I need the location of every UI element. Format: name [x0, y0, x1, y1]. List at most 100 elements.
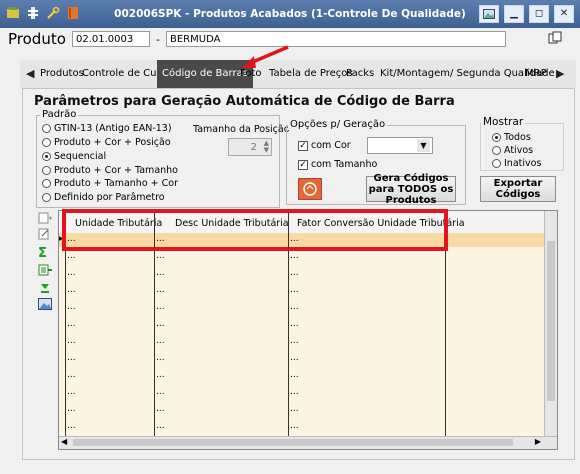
minimize-button[interactable]: ▁	[504, 5, 524, 23]
tab-packs[interactable]: Packs	[346, 68, 374, 79]
scroll-left-icon[interactable]: ◀	[61, 437, 67, 446]
radio-button[interactable]	[42, 124, 51, 133]
product-code-field[interactable]: 02.01.0003	[72, 31, 150, 47]
cell-desc[interactable]: ...	[156, 421, 165, 431]
cell-desc[interactable]: ...	[156, 370, 165, 380]
red-arrow-annotation	[242, 45, 289, 68]
cell-fator[interactable]: ...	[290, 421, 299, 431]
tab-mrp[interactable]: MRP	[525, 68, 547, 79]
radio-button[interactable]	[42, 138, 51, 147]
cell-desc[interactable]: ...	[156, 353, 165, 363]
cell-desc[interactable]: ...	[156, 404, 165, 414]
cell-unidade[interactable]: ...	[67, 302, 76, 312]
radio-inativos[interactable]: Inativos	[492, 158, 541, 169]
radio-sequencial[interactable]: Sequencial	[42, 151, 106, 162]
radio-button[interactable]	[42, 166, 51, 175]
radio-button[interactable]	[492, 159, 501, 168]
tab-bar: ◀ Produtos Controle de Custo Código de B…	[20, 60, 576, 88]
cell-desc[interactable]: ...	[156, 285, 165, 295]
window-controls: ▁ ◻ ✕	[479, 5, 574, 23]
cell-unidade[interactable]: ...	[67, 285, 76, 295]
edit-record-icon[interactable]	[38, 228, 52, 240]
cell-fator[interactable]: ...	[290, 302, 299, 312]
tab-scroll-right-icon[interactable]: ▶	[556, 67, 564, 80]
generate-icon-button[interactable]	[298, 178, 322, 200]
radio-gtin13[interactable]: GTIN-13 (Antigo EAN-13)	[42, 123, 172, 134]
checkbox-label: com Tamanho	[311, 159, 378, 170]
radio-produto-cor-tamanho[interactable]: Produto + Cor + Tamanho	[42, 165, 178, 176]
maximize-button[interactable]: ◻	[529, 5, 549, 23]
exportar-codigos-button[interactable]: Exportar Códigos	[480, 176, 556, 202]
radio-ativos[interactable]: Ativos	[492, 145, 533, 156]
close-button[interactable]: ✕	[554, 5, 574, 23]
cell-unidade[interactable]: ...	[67, 251, 76, 261]
radio-button[interactable]	[42, 193, 51, 202]
cell-desc[interactable]: ...	[156, 336, 165, 346]
picture-icon[interactable]	[38, 298, 52, 310]
cell-fator[interactable]: ...	[290, 285, 299, 295]
scroll-right-icon[interactable]: ▶	[535, 437, 541, 446]
cell-desc[interactable]: ...	[156, 251, 165, 261]
cell-unidade[interactable]: ...	[67, 404, 76, 414]
radio-button[interactable]	[492, 133, 501, 142]
radio-button[interactable]	[42, 179, 51, 188]
cor-dropdown[interactable]: ▼	[367, 137, 433, 154]
cell-desc[interactable]: ...	[156, 302, 165, 312]
cell-fator[interactable]: ...	[290, 370, 299, 380]
sum-icon[interactable]: Σ	[38, 247, 52, 260]
product-name-field[interactable]: BERMUDA	[166, 31, 506, 47]
mostrar-group-title: Mostrar	[481, 116, 526, 128]
checkbox-label: com Cor	[311, 140, 351, 151]
copy-icon[interactable]	[548, 31, 562, 45]
cell-desc[interactable]: ...	[156, 319, 165, 329]
cell-fator[interactable]: ...	[290, 404, 299, 414]
cell-desc[interactable]: ...	[156, 268, 165, 278]
cell-fator[interactable]: ...	[290, 268, 299, 278]
radio-todos[interactable]: Todos	[492, 132, 531, 143]
cell-unidade[interactable]: ...	[67, 319, 76, 329]
chevron-down-icon[interactable]: ▼	[417, 139, 430, 152]
stepper-arrows-icon[interactable]: ▲ ▼	[264, 140, 269, 154]
cell-fator[interactable]: ...	[290, 387, 299, 397]
cell-unidade[interactable]: ...	[67, 336, 76, 346]
radio-button[interactable]	[42, 152, 51, 161]
radio-label: Todos	[504, 132, 531, 143]
image-icon[interactable]	[479, 5, 499, 23]
cell-fator[interactable]: ...	[290, 336, 299, 346]
cell-fator[interactable]: ...	[290, 319, 299, 329]
radio-button[interactable]	[492, 146, 501, 155]
tamanho-posicao-stepper[interactable]: 2 ▲ ▼	[228, 138, 272, 156]
download-icon[interactable]	[38, 282, 52, 294]
tab-scroll-left-icon[interactable]: ◀	[26, 67, 34, 80]
section-title: Parâmetros para Geração Automática de Có…	[34, 94, 455, 109]
checkbox-com-cor[interactable]: ✓ com Cor	[298, 140, 351, 151]
horizontal-scroll-thumb[interactable]	[73, 439, 513, 446]
cell-unidade[interactable]: ...	[67, 268, 76, 278]
horizontal-scrollbar[interactable]: ◀ ▶	[59, 436, 557, 449]
tab-produtos[interactable]: Produtos	[40, 68, 84, 79]
cell-desc[interactable]: ...	[156, 387, 165, 397]
cell-unidade[interactable]: ...	[67, 387, 76, 397]
vertical-scrollbar[interactable]	[544, 211, 557, 449]
application-window: 002006SPK - Produtos Acabados (1-Control…	[0, 0, 580, 474]
vertical-scroll-thumb[interactable]	[547, 241, 555, 401]
radio-produto-cor-posicao[interactable]: Produto + Cor + Posição	[42, 137, 171, 148]
red-highlight-box	[62, 209, 448, 251]
cell-unidade[interactable]: ...	[67, 421, 76, 431]
checkbox-checked-icon[interactable]: ✓	[298, 140, 308, 151]
gera-codigos-button[interactable]: Gera Códigos para TODOS os Produtos	[366, 173, 456, 206]
checkbox-com-tamanho[interactable]: ✓ com Tamanho	[298, 159, 377, 170]
radio-definido-parametro[interactable]: Definido por Parâmetro	[42, 192, 165, 203]
cell-fator[interactable]: ...	[290, 251, 299, 261]
checkbox-checked-icon[interactable]: ✓	[298, 159, 308, 170]
cell-unidade[interactable]: ...	[67, 370, 76, 380]
radio-label: Inativos	[504, 158, 542, 169]
export-list-icon[interactable]	[38, 264, 52, 276]
new-record-icon[interactable]	[38, 212, 52, 224]
radio-produto-tamanho-cor[interactable]: Produto + Tamanho + Cor	[42, 178, 178, 189]
opcoes-group-title: Opções p/ Geração	[288, 119, 388, 130]
title-bar: 002006SPK - Produtos Acabados (1-Control…	[0, 0, 580, 28]
cell-fator[interactable]: ...	[290, 353, 299, 363]
cell-unidade[interactable]: ...	[67, 353, 76, 363]
radio-label: Ativos	[504, 145, 534, 156]
